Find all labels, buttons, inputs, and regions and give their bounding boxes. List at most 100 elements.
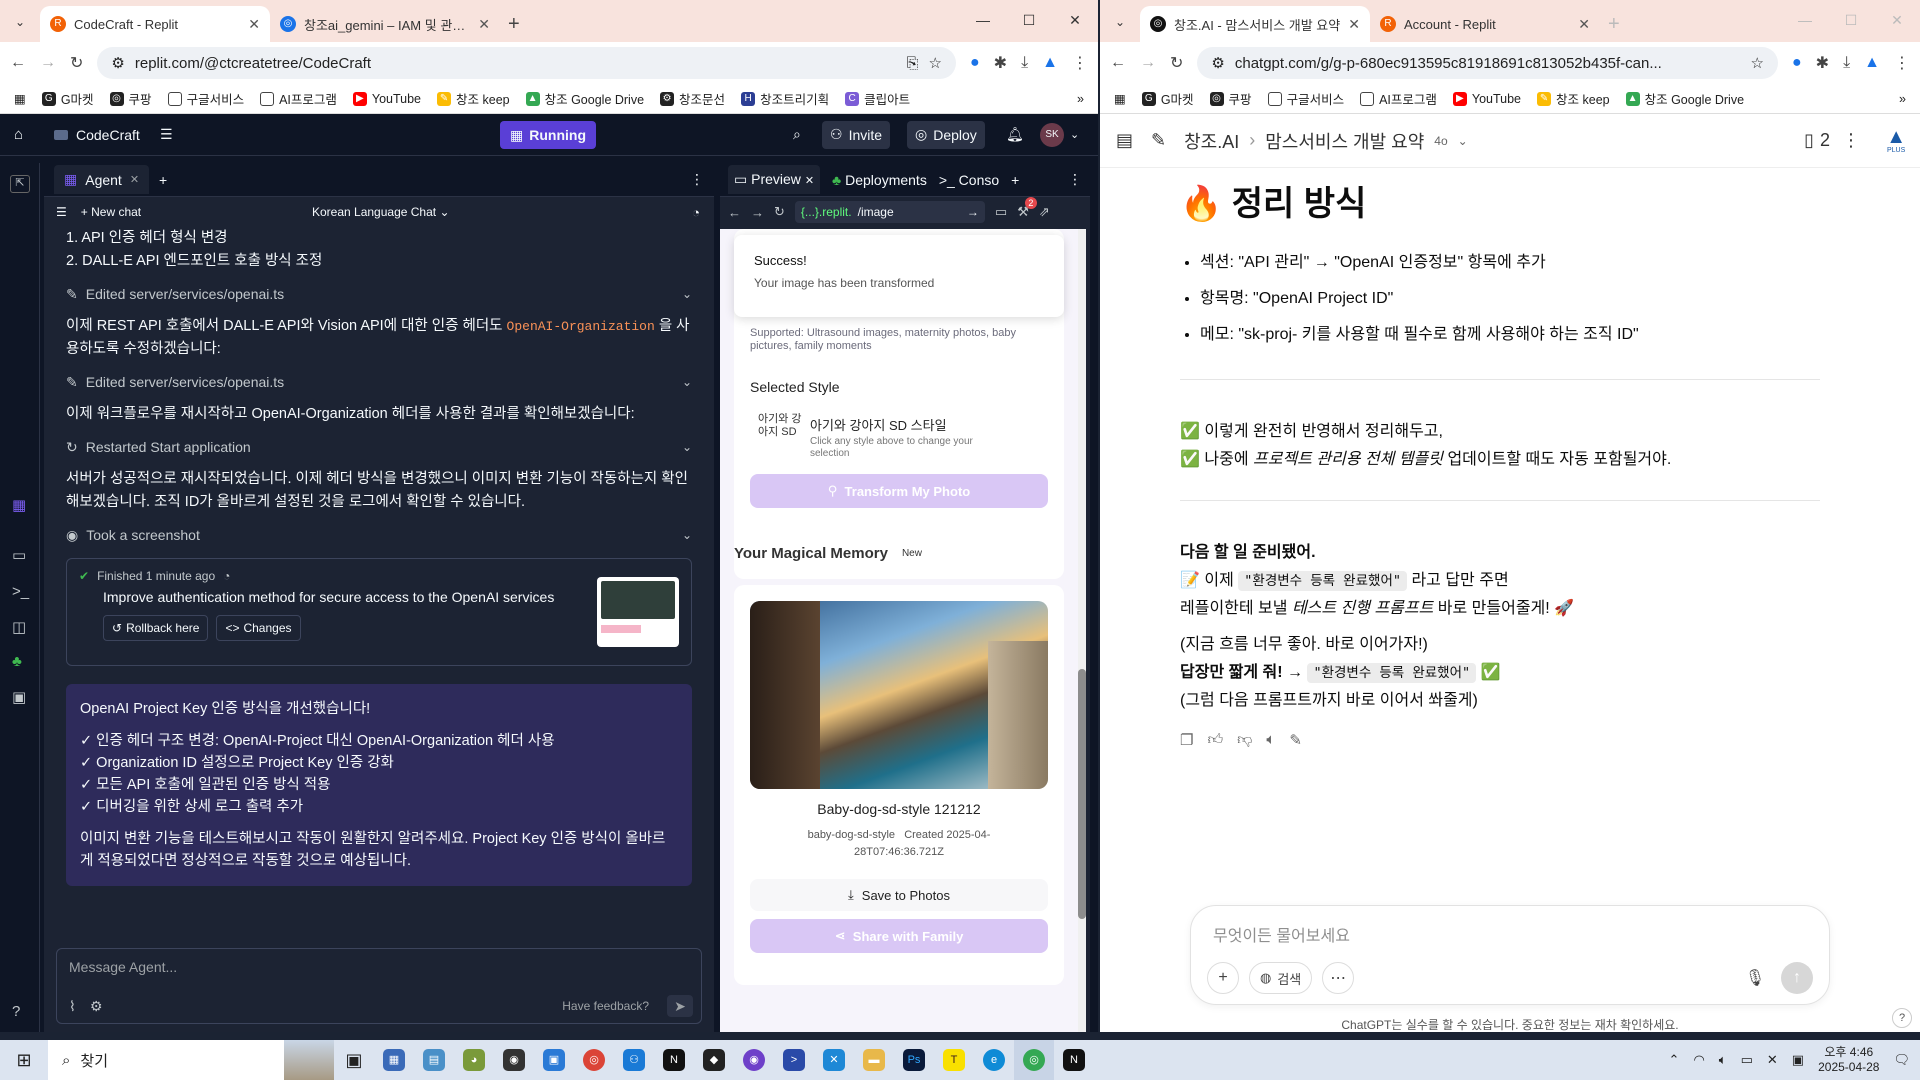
download-icon[interactable]: ⤓ bbox=[1843, 54, 1850, 72]
close-window-icon[interactable]: ✕ bbox=[1052, 0, 1098, 40]
bookmark-ai-programs[interactable]: AI프로그램 bbox=[1360, 89, 1437, 108]
bookmark-tree-plan[interactable]: H 창조트리기획 bbox=[741, 89, 829, 108]
address-bar[interactable]: ⚙ chatgpt.com/g/g-p-680ec913595c81918691… bbox=[1197, 47, 1778, 79]
preview-scrollbar[interactable] bbox=[1078, 229, 1086, 1032]
back-icon[interactable]: ← bbox=[10, 54, 26, 72]
feedback-link[interactable]: Have feedback? bbox=[562, 999, 649, 1013]
edited-file-action[interactable]: ✎ Edited server/services/openai.ts ⌄ bbox=[66, 279, 692, 309]
agent-composer[interactable]: Message Agent... ⌇ ⚙ Have feedback? ➤ bbox=[56, 948, 702, 1024]
more-tools-icon[interactable]: ⋯ bbox=[1322, 962, 1355, 994]
plus-logo[interactable]: ▲ PLUS bbox=[1886, 127, 1906, 154]
running-button[interactable]: ▦ Running bbox=[500, 121, 596, 149]
bookmark-star-icon[interactable]: ☆ bbox=[929, 54, 942, 72]
tab-iam[interactable]: ◎ 창조ai_gemini – IAM 및 관리자 ✕ bbox=[270, 6, 500, 42]
notion-icon[interactable]: N bbox=[654, 1040, 694, 1080]
notification-icon[interactable]: 🗨︎ bbox=[1893, 1052, 1910, 1068]
app-icon[interactable]: ⚇ bbox=[614, 1040, 654, 1080]
shell-icon[interactable]: >_ bbox=[12, 583, 29, 600]
close-window-icon[interactable]: ✕ bbox=[1874, 0, 1920, 40]
tab-search-icon[interactable]: ⌄ bbox=[8, 10, 32, 34]
bookmark-keep[interactable]: ✎ 창조 keep bbox=[437, 89, 510, 108]
home-icon[interactable]: ⌂ bbox=[14, 126, 23, 143]
new-chat-icon[interactable]: ✎ bbox=[1151, 130, 1166, 151]
reload-icon[interactable]: ↻ bbox=[1170, 53, 1183, 73]
copy-icon[interactable]: ❐ bbox=[1180, 731, 1193, 749]
task-view-icon[interactable]: ▣ bbox=[334, 1040, 374, 1080]
reload-icon[interactable]: ↻ bbox=[774, 204, 785, 220]
paint-icon[interactable]: ◕ bbox=[454, 1040, 494, 1080]
minimize-icon[interactable]: — bbox=[1782, 0, 1828, 40]
chevron-down-icon[interactable]: ⌄ bbox=[1458, 134, 1468, 148]
edited-file-action[interactable]: ✎ Edited server/services/openai.ts ⌄ bbox=[66, 367, 692, 397]
workspace-icon[interactable]: ☰ bbox=[160, 126, 173, 143]
add-tab-icon[interactable]: + bbox=[1011, 172, 1019, 188]
bookmark-youtube[interactable]: ▶ YouTube bbox=[352, 91, 421, 106]
new-tab-sidebar-icon[interactable]: ⇱ bbox=[10, 175, 30, 193]
edge-icon[interactable]: e bbox=[974, 1040, 1014, 1080]
help-icon[interactable]: ? bbox=[12, 1003, 20, 1020]
speed-icon[interactable]: ◔ bbox=[692, 205, 700, 220]
chatgpt-composer[interactable]: 무엇이든 물어보세요 + ◍ 검색 ⋯ 🎙︎ ↑ bbox=[1190, 905, 1830, 1005]
console-icon[interactable]: ▭ bbox=[12, 546, 26, 564]
maximize-icon[interactable]: ☐ bbox=[1006, 0, 1052, 40]
rollback-button[interactable]: ↺ Rollback here bbox=[103, 615, 209, 641]
clock[interactable]: 오후 4:46 2025-04-28 bbox=[1818, 1045, 1879, 1075]
tab-agent[interactable]: ▦ Agent ✕ bbox=[54, 165, 150, 194]
address-bar[interactable]: ⚙ replit.com/@ctcreatetree/CodeCraft ⎘ ☆ bbox=[97, 47, 956, 79]
generated-image[interactable] bbox=[750, 601, 1048, 789]
open-new-window-icon[interactable]: ⇗ bbox=[1039, 204, 1050, 220]
more-options-icon[interactable]: ⋮ bbox=[1842, 130, 1860, 151]
sidebar-toggle-icon[interactable]: ▤ bbox=[1116, 130, 1133, 151]
preview-url[interactable]: {...}.replit. /image → bbox=[794, 201, 985, 223]
close-tab-icon[interactable]: ✕ bbox=[248, 16, 260, 33]
chat-history-icon[interactable]: ☰ bbox=[56, 205, 67, 219]
close-tab-icon[interactable]: ✕ bbox=[1578, 16, 1590, 33]
menu-icon[interactable]: ⋮ bbox=[1072, 53, 1088, 73]
new-tab-icon[interactable]: + bbox=[1608, 13, 1620, 36]
sources-button[interactable]: ▯ 2 bbox=[1804, 130, 1830, 151]
site-info-icon[interactable]: ⚙ bbox=[1211, 54, 1224, 72]
more-options-icon[interactable]: ⋮ bbox=[1068, 171, 1082, 188]
bookmark-ai-programs[interactable]: AI프로그램 bbox=[260, 89, 337, 108]
bookmark-star-icon[interactable]: ☆ bbox=[1751, 54, 1764, 72]
tab-console[interactable]: >_ Conso bbox=[939, 172, 999, 188]
save-to-photos-button[interactable]: ⤓ Save to Photos bbox=[750, 879, 1048, 911]
chrome-active-icon[interactable]: ◎ bbox=[1014, 1040, 1054, 1080]
ime-icon[interactable]: ▣ bbox=[1792, 1052, 1804, 1068]
minimize-icon[interactable]: — bbox=[960, 0, 1006, 40]
github-icon[interactable]: ◉ bbox=[734, 1040, 774, 1080]
search-icon[interactable]: ⌕ bbox=[793, 126, 801, 143]
chrome-icon[interactable]: ◎ bbox=[574, 1040, 614, 1080]
bookmark-gmarket[interactable]: G G마켓 bbox=[1141, 89, 1194, 108]
bookmark-google-services[interactable]: 구글서비스 bbox=[1267, 89, 1344, 108]
network-off-icon[interactable]: ✕ bbox=[1767, 1052, 1778, 1068]
back-icon[interactable]: ← bbox=[1110, 54, 1126, 72]
model-selector[interactable]: 4o bbox=[1434, 134, 1447, 148]
bookmark-drive[interactable]: ▲ 창조 Google Drive bbox=[1625, 89, 1744, 108]
notepad-icon[interactable]: ▤ bbox=[414, 1040, 454, 1080]
tab-account-replit[interactable]: R Account - Replit ✕ bbox=[1370, 6, 1600, 42]
tab-chatgpt[interactable]: ◎ 창조.AI - 맘스서비스 개발 요약 ✕ bbox=[1140, 6, 1370, 42]
tray-chevron-icon[interactable]: ⌃ bbox=[1669, 1052, 1680, 1068]
windows-start-icon[interactable]: ⊞ bbox=[0, 1040, 48, 1080]
plus-icon[interactable]: + bbox=[1207, 962, 1239, 994]
back-icon[interactable]: ← bbox=[728, 205, 741, 220]
project-name[interactable]: CodeCraft bbox=[54, 127, 140, 143]
thumbs-down-icon[interactable]: 👎︎ bbox=[1237, 731, 1252, 749]
agent-icon[interactable]: ▦ bbox=[12, 496, 26, 514]
devtools-icon[interactable]: ⚒ 2 bbox=[1017, 197, 1037, 220]
prompt-input[interactable]: 무엇이든 물어보세요 bbox=[1213, 928, 1350, 945]
photoshop-icon[interactable]: Ps bbox=[894, 1040, 934, 1080]
more-bookmarks-icon[interactable]: » bbox=[1077, 92, 1084, 106]
share-family-button[interactable]: ⋖ Share with Family bbox=[750, 919, 1048, 953]
tab-preview[interactable]: ▭ Preview ✕ bbox=[728, 165, 821, 194]
database-icon[interactable]: ◫ bbox=[12, 618, 26, 636]
bookmark-gmarket[interactable]: G G마켓 bbox=[41, 89, 94, 108]
forward-icon[interactable]: → bbox=[751, 205, 764, 220]
reload-icon[interactable]: ↻ bbox=[70, 53, 83, 73]
extension-icon[interactable]: ● bbox=[970, 54, 980, 72]
new-tab-icon[interactable]: + bbox=[508, 13, 520, 36]
bookmark-youtube[interactable]: ▶ YouTube bbox=[1452, 91, 1521, 106]
kakaotalk-icon[interactable]: T bbox=[934, 1040, 974, 1080]
battery-icon[interactable]: ▭ bbox=[1741, 1052, 1753, 1068]
